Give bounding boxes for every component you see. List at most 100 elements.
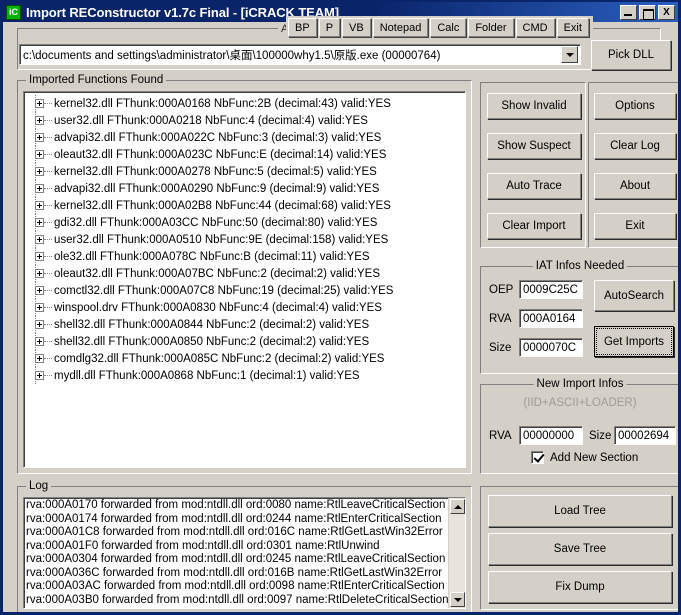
log-scrollbar[interactable] bbox=[448, 498, 465, 608]
table-row[interactable]: ole32.dll FThunk:000A078C NbFunc:B (deci… bbox=[24, 248, 465, 265]
expand-plus-icon[interactable] bbox=[35, 184, 44, 193]
log-group: Log rva:000A0170 forwarded from mod:ntdl… bbox=[17, 486, 472, 614]
tree-connector-icon bbox=[44, 375, 52, 376]
size-label: Size bbox=[489, 342, 511, 354]
expand-plus-icon[interactable] bbox=[35, 201, 44, 210]
toolbar-button-bp[interactable]: BP bbox=[288, 18, 317, 37]
expand-plus-icon[interactable] bbox=[35, 354, 44, 363]
tree-connector-icon bbox=[44, 273, 52, 274]
tree-connector-icon bbox=[44, 358, 52, 359]
expand-plus-icon[interactable] bbox=[35, 116, 44, 125]
expand-plus-icon[interactable] bbox=[35, 303, 44, 312]
options-button[interactable]: Options bbox=[594, 93, 676, 119]
expand-plus-icon[interactable] bbox=[35, 252, 44, 261]
import-actions-group: Show Invalid Show Suspect Auto Trace Cle… bbox=[480, 82, 586, 248]
table-row[interactable]: comdlg32.dll FThunk:000A085C NbFunc:2 (d… bbox=[24, 350, 465, 367]
clear-import-button[interactable]: Clear Import bbox=[487, 213, 581, 239]
table-row[interactable]: gdi32.dll FThunk:000A03CC NbFunc:50 (dec… bbox=[24, 214, 465, 231]
table-row[interactable]: user32.dll FThunk:000A0218 NbFunc:4 (dec… bbox=[24, 112, 465, 129]
size-field[interactable]: 0000070C bbox=[519, 338, 583, 357]
toolbar-button-vb[interactable]: VB bbox=[342, 18, 371, 37]
new-import-infos-group: New Import Infos (IID+ASCII+LOADER) RVA … bbox=[480, 384, 680, 474]
process-select[interactable]: c:\documents and settings\administrator\… bbox=[19, 44, 581, 65]
import-row-label: oleaut32.dll FThunk:000A07BC NbFunc:2 (d… bbox=[54, 268, 380, 280]
expand-plus-icon[interactable] bbox=[35, 99, 44, 108]
expand-plus-icon[interactable] bbox=[35, 218, 44, 227]
toolbar-button-notepad[interactable]: Notepad bbox=[373, 18, 429, 37]
toolbar-button-folder[interactable]: Folder bbox=[468, 18, 513, 37]
imports-tree[interactable]: kernel32.dll FThunk:000A0168 NbFunc:2B (… bbox=[23, 91, 466, 468]
list-item: rva:000A0174 forwarded from mod:ntdll.dl… bbox=[26, 513, 448, 527]
scrollbar-track[interactable] bbox=[449, 515, 465, 591]
chevron-down-glyph bbox=[566, 53, 574, 57]
arrow-down-icon[interactable] bbox=[450, 592, 465, 607]
save-tree-button[interactable]: Save Tree bbox=[488, 533, 672, 565]
expand-plus-icon[interactable] bbox=[35, 150, 44, 159]
table-row[interactable]: oleaut32.dll FThunk:000A07BC NbFunc:2 (d… bbox=[24, 265, 465, 282]
arrow-up-icon[interactable] bbox=[450, 499, 465, 514]
get-imports-button[interactable]: Get Imports bbox=[594, 326, 674, 357]
minimize-button[interactable] bbox=[620, 5, 637, 20]
table-row[interactable]: winspool.drv FThunk:000A0830 NbFunc:4 (d… bbox=[24, 299, 465, 316]
list-item: rva:000A01F0 forwarded from mod:ntdll.dl… bbox=[26, 540, 448, 554]
process-path-value: c:\documents and settings\administrator\… bbox=[20, 47, 561, 63]
maximize-button[interactable] bbox=[639, 5, 656, 20]
fix-dump-button[interactable]: Fix Dump bbox=[488, 571, 672, 603]
rva-field[interactable]: 000A0164 bbox=[519, 309, 583, 328]
pick-dll-button[interactable]: Pick DLL bbox=[591, 40, 671, 70]
expand-plus-icon[interactable] bbox=[35, 337, 44, 346]
import-row-label: shell32.dll FThunk:000A0850 NbFunc:2 (de… bbox=[54, 336, 369, 348]
load-tree-button[interactable]: Load Tree bbox=[488, 495, 672, 527]
expand-plus-icon[interactable] bbox=[35, 286, 44, 295]
tree-connector-icon bbox=[44, 171, 52, 172]
oep-field[interactable]: 0009C25C bbox=[519, 280, 583, 299]
import-row-label: winspool.drv FThunk:000A0830 NbFunc:4 (d… bbox=[54, 302, 382, 314]
auto-trace-button[interactable]: Auto Trace bbox=[487, 173, 581, 199]
toolbar-button-calc[interactable]: Calc bbox=[430, 18, 466, 37]
app-icon: iC bbox=[6, 5, 21, 20]
table-row[interactable]: shell32.dll FThunk:000A0844 NbFunc:2 (de… bbox=[24, 316, 465, 333]
clear-log-button[interactable]: Clear Log bbox=[594, 133, 676, 159]
show-suspect-button[interactable]: Show Suspect bbox=[487, 133, 581, 159]
arrow-up-glyph bbox=[454, 505, 462, 509]
about-button[interactable]: About bbox=[594, 173, 676, 199]
table-row[interactable]: shell32.dll FThunk:000A0850 NbFunc:2 (de… bbox=[24, 333, 465, 350]
expand-plus-icon[interactable] bbox=[35, 320, 44, 329]
expand-plus-icon[interactable] bbox=[35, 167, 44, 176]
close-icon[interactable]: X bbox=[658, 5, 675, 20]
add-new-section-label: Add New Section bbox=[550, 452, 638, 464]
log-textarea[interactable]: rva:000A0170 forwarded from mod:ntdll.dl… bbox=[23, 497, 466, 609]
checkmark-icon[interactable] bbox=[531, 451, 544, 464]
table-row[interactable]: advapi32.dll FThunk:000A022C NbFunc:3 (d… bbox=[24, 129, 465, 146]
expand-plus-icon[interactable] bbox=[35, 133, 44, 142]
exit-button[interactable]: Exit bbox=[594, 213, 676, 239]
list-item: rva:000A0304 forwarded from mod:ntdll.dl… bbox=[26, 553, 448, 567]
chevron-down-icon[interactable] bbox=[561, 46, 578, 63]
toolbar-button-exit[interactable]: Exit bbox=[557, 18, 589, 37]
new-size-field[interactable]: 00002694 bbox=[614, 426, 676, 445]
toolbar-button-p[interactable]: P bbox=[319, 18, 340, 37]
table-row[interactable]: advapi32.dll FThunk:000A0290 NbFunc:9 (d… bbox=[24, 180, 465, 197]
table-row[interactable]: kernel32.dll FThunk:000A02B8 NbFunc:44 (… bbox=[24, 197, 465, 214]
rva-label: RVA bbox=[489, 313, 512, 325]
tree-connector-icon bbox=[44, 154, 52, 155]
table-row[interactable]: user32.dll FThunk:000A0510 NbFunc:9E (de… bbox=[24, 231, 465, 248]
table-row[interactable]: mydll.dll FThunk:000A0868 NbFunc:1 (deci… bbox=[24, 367, 465, 384]
tree-connector-icon bbox=[44, 256, 52, 257]
table-row[interactable]: kernel32.dll FThunk:000A0278 NbFunc:5 (d… bbox=[24, 163, 465, 180]
table-row[interactable]: kernel32.dll FThunk:000A0168 NbFunc:2B (… bbox=[24, 95, 465, 112]
expand-plus-icon[interactable] bbox=[35, 235, 44, 244]
new-rva-field[interactable]: 00000000 bbox=[519, 426, 583, 445]
new-import-infos-group-label: New Import Infos bbox=[534, 378, 627, 390]
list-item: rva:000A01C8 forwarded from mod:ntdll.dl… bbox=[26, 526, 448, 540]
import-row-label: user32.dll FThunk:000A0218 NbFunc:4 (dec… bbox=[54, 115, 368, 127]
table-row[interactable]: comctl32.dll FThunk:000A07C8 NbFunc:19 (… bbox=[24, 282, 465, 299]
import-row-label: kernel32.dll FThunk:000A0278 NbFunc:5 (d… bbox=[54, 166, 377, 178]
show-invalid-button[interactable]: Show Invalid bbox=[487, 93, 581, 119]
expand-plus-icon[interactable] bbox=[35, 371, 44, 380]
autosearch-button[interactable]: AutoSearch bbox=[594, 280, 674, 311]
toolbar-button-cmd[interactable]: CMD bbox=[516, 18, 555, 37]
table-row[interactable]: oleaut32.dll FThunk:000A023C NbFunc:E (d… bbox=[24, 146, 465, 163]
expand-plus-icon[interactable] bbox=[35, 269, 44, 278]
add-new-section-checkbox[interactable]: Add New Section bbox=[531, 451, 638, 464]
